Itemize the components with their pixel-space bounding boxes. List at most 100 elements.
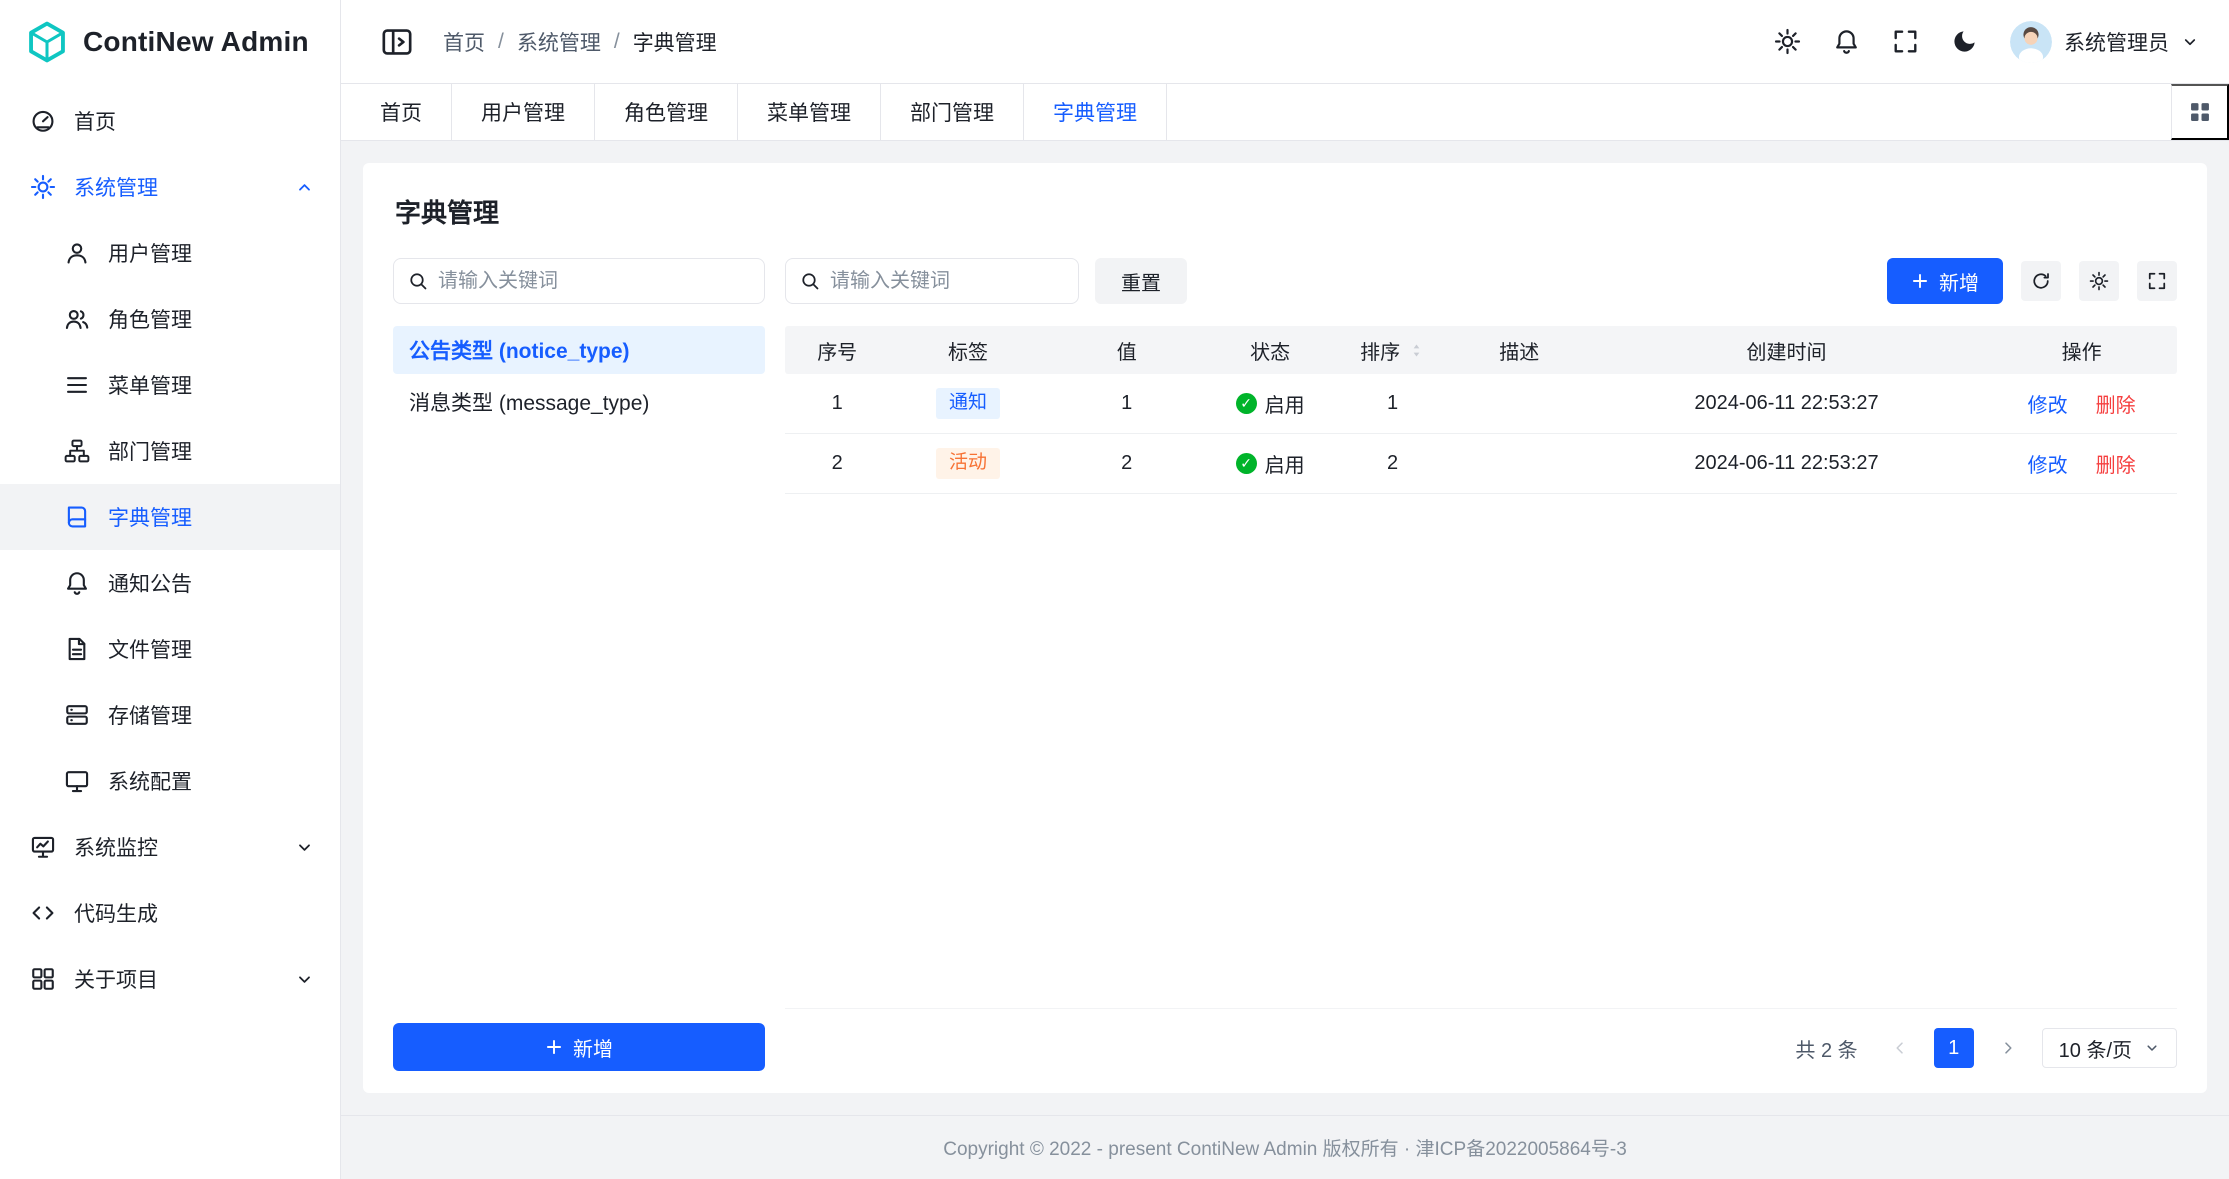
dict-search-input[interactable] <box>438 270 750 293</box>
chevron-left-icon <box>1892 1040 1908 1056</box>
cell-status: 启用 <box>1207 389 1334 418</box>
add-dict-item-button[interactable]: 新增 <box>1887 258 2003 304</box>
prev-page-button[interactable] <box>1880 1028 1920 1068</box>
tab-roles[interactable]: 角色管理 <box>595 84 738 140</box>
column-header: 状态 <box>1207 336 1334 365</box>
cell-created-at: 2024-06-11 22:53:27 <box>1587 392 1987 415</box>
sidebar-item-files[interactable]: 文件管理 <box>0 616 340 682</box>
chevron-up-icon <box>295 178 314 197</box>
table-toolbar: 重置 新增 <box>785 258 2177 304</box>
bell-icon <box>1833 28 1860 55</box>
cell-value: 2 <box>1047 452 1207 475</box>
tab-home[interactable]: 首页 <box>351 84 452 140</box>
sidebar: ContiNew Admin 首页 系统管理 用户管理 角色管理 <box>0 0 341 1179</box>
cell-index: 1 <box>785 392 889 415</box>
sidebar-item-system[interactable]: 系统管理 <box>0 154 340 220</box>
cell-created-at: 2024-06-11 22:53:27 <box>1587 452 1987 475</box>
org-tree-icon <box>64 438 90 464</box>
sidebar-item-notices[interactable]: 通知公告 <box>0 550 340 616</box>
logo-icon <box>25 20 69 64</box>
sidebar-item-menus[interactable]: 菜单管理 <box>0 352 340 418</box>
tab-users[interactable]: 用户管理 <box>452 84 595 140</box>
edit-link[interactable]: 修改 <box>2028 389 2068 418</box>
monitor-chart-icon <box>30 834 56 860</box>
list-item-notice-type[interactable]: 公告类型 (notice_type) <box>393 326 765 374</box>
column-header: 值 <box>1047 336 1207 365</box>
main-column: 首页 / 系统管理 / 字典管理 <box>341 0 2229 1179</box>
refresh-button[interactable] <box>2021 261 2061 301</box>
collapse-sidebar-button[interactable] <box>377 22 417 62</box>
moon-icon <box>1951 28 1978 55</box>
code-icon <box>30 900 56 926</box>
status-label: 启用 <box>1265 389 1305 418</box>
dark-mode-button[interactable] <box>1951 28 1978 55</box>
cell-sort: 2 <box>1333 452 1451 475</box>
sidebar-item-monitoring[interactable]: 系统监控 <box>0 814 340 880</box>
sidebar-item-departments[interactable]: 部门管理 <box>0 418 340 484</box>
table-row: 1 通知 1 启用 1 2024-06-11 22:53:27 <box>785 374 2177 434</box>
user-group-icon <box>64 306 90 332</box>
sidebar-item-label: 系统监控 <box>74 832 158 862</box>
breadcrumb-item[interactable]: 首页 <box>443 27 485 57</box>
column-header-sortable[interactable]: 排序 <box>1333 336 1451 365</box>
page-size-select[interactable]: 10 条/页 <box>2042 1028 2177 1068</box>
next-page-button[interactable] <box>1988 1028 2028 1068</box>
search-icon <box>800 271 820 291</box>
sidebar-item-config[interactable]: 系统配置 <box>0 748 340 814</box>
sidebar-item-label: 首页 <box>74 106 116 136</box>
notifications-button[interactable] <box>1833 28 1860 55</box>
add-dict-type-button[interactable]: 新增 <box>393 1023 765 1071</box>
footer: Copyright © 2022 - present ContiNew Admi… <box>341 1115 2229 1179</box>
sidebar-item-label: 用户管理 <box>108 238 192 268</box>
breadcrumb-separator: / <box>498 30 504 54</box>
page-1-button[interactable]: 1 <box>1934 1028 1974 1068</box>
panes: 公告类型 (notice_type) 消息类型 (message_type) 新… <box>393 258 2177 1071</box>
breadcrumb-item[interactable]: 系统管理 <box>517 27 601 57</box>
breadcrumb-item-current: 字典管理 <box>633 27 717 57</box>
tab-list-button[interactable] <box>2171 84 2229 140</box>
list-item-message-type[interactable]: 消息类型 (message_type) <box>393 378 765 426</box>
sidebar-item-users[interactable]: 用户管理 <box>0 220 340 286</box>
fullscreen-button[interactable] <box>1892 28 1919 55</box>
fullscreen-icon <box>2147 271 2167 291</box>
logo[interactable]: ContiNew Admin <box>0 0 340 84</box>
user-menu[interactable]: 系统管理员 <box>2010 21 2199 63</box>
edit-link[interactable]: 修改 <box>2028 449 2068 478</box>
menu-list-icon <box>64 372 90 398</box>
toolbar-right: 新增 <box>1887 258 2177 304</box>
dict-type-list: 公告类型 (notice_type) 消息类型 (message_type) <box>393 326 765 426</box>
reset-button[interactable]: 重置 <box>1095 258 1187 304</box>
column-header: 描述 <box>1452 336 1587 365</box>
search-icon <box>408 271 428 291</box>
tab-menus[interactable]: 菜单管理 <box>738 84 881 140</box>
plus-icon <box>545 1038 563 1056</box>
delete-link[interactable]: 删除 <box>2096 389 2136 418</box>
tab-dictionary[interactable]: 字典管理 <box>1024 84 1167 140</box>
sidebar-item-roles[interactable]: 角色管理 <box>0 286 340 352</box>
settings-button[interactable] <box>1774 28 1801 55</box>
tag-badge: 活动 <box>936 448 1000 479</box>
grid-icon <box>30 966 56 992</box>
file-icon <box>64 636 90 662</box>
sidebar-item-about[interactable]: 关于项目 <box>0 946 340 1012</box>
cell-value: 1 <box>1047 392 1207 415</box>
page-title: 字典管理 <box>395 193 2177 230</box>
cell-index: 2 <box>785 452 889 475</box>
gear-icon <box>2089 271 2109 291</box>
sidebar-item-home[interactable]: 首页 <box>0 88 340 154</box>
cell-tag: 通知 <box>889 388 1046 419</box>
sidebar-item-codegen[interactable]: 代码生成 <box>0 880 340 946</box>
tag-badge: 通知 <box>936 388 1000 419</box>
sidebar-item-label: 角色管理 <box>108 304 192 334</box>
table-search-input[interactable] <box>830 270 1064 293</box>
tab-departments[interactable]: 部门管理 <box>881 84 1024 140</box>
sidebar-item-storage[interactable]: 存储管理 <box>0 682 340 748</box>
avatar <box>2010 21 2052 63</box>
cell-actions: 修改 删除 <box>1986 389 2177 418</box>
page-size-value: 10 条/页 <box>2059 1034 2132 1063</box>
sidebar-item-dictionary[interactable]: 字典管理 <box>0 484 340 550</box>
column-settings-button[interactable] <box>2079 261 2119 301</box>
delete-link[interactable]: 删除 <box>2096 449 2136 478</box>
app-title: ContiNew Admin <box>83 26 309 58</box>
table-fullscreen-button[interactable] <box>2137 261 2177 301</box>
